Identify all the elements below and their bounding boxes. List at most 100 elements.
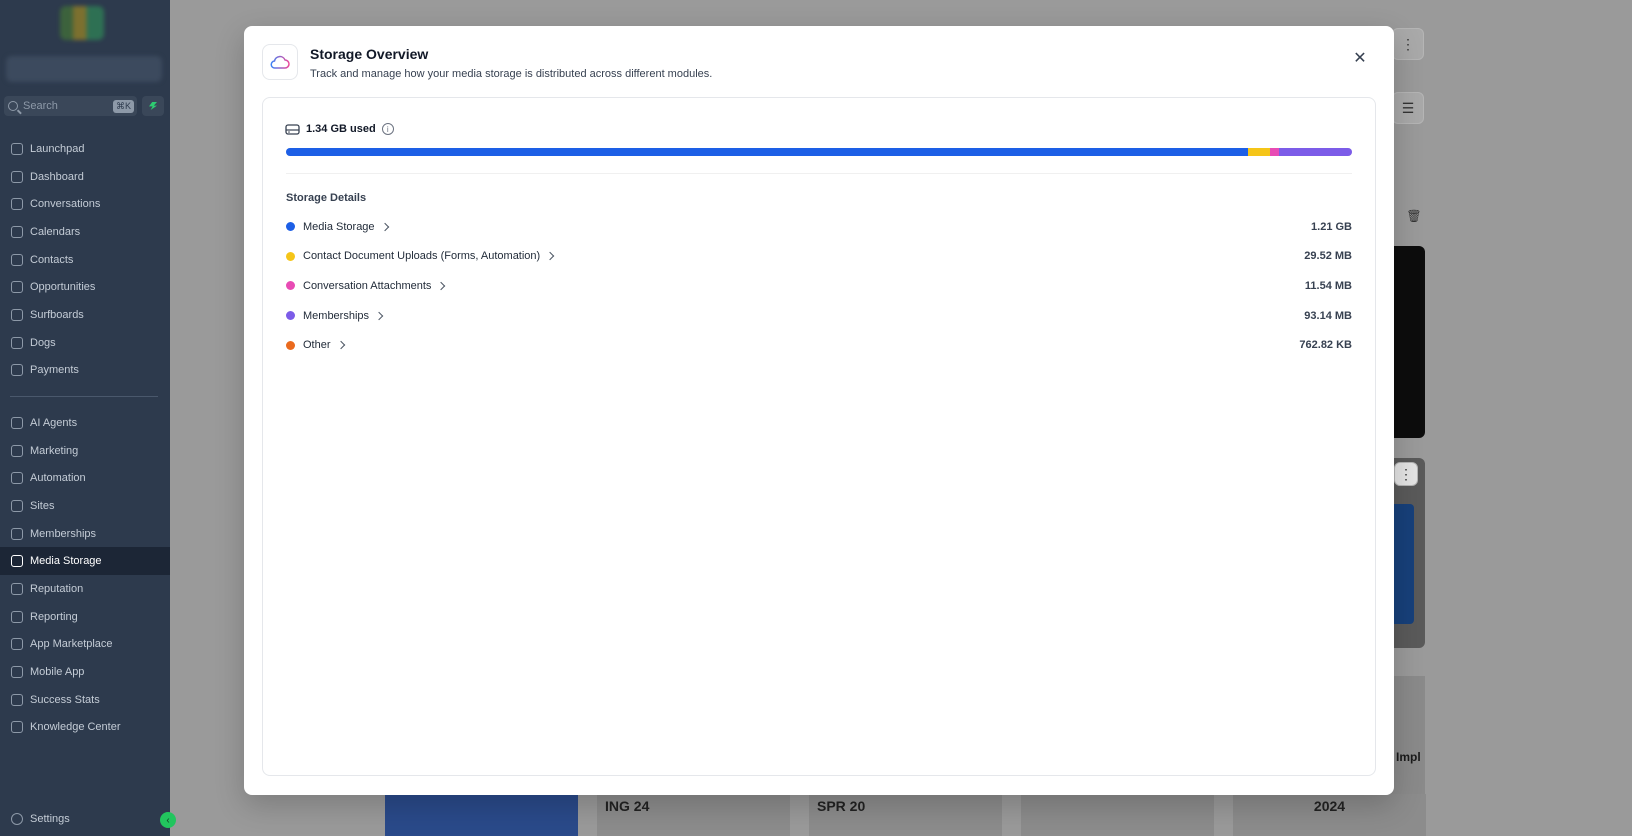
cloud-icon <box>270 55 290 69</box>
payments-icon <box>11 364 23 377</box>
sidebar-divider <box>10 396 158 397</box>
storage-row-memberships[interactable]: Memberships 93.14 MB <box>286 301 1352 331</box>
sidebar-item-label: Marketing <box>30 444 79 457</box>
chevron-right-icon[interactable] <box>380 222 389 232</box>
media-thumbnail[interactable] <box>1021 794 1214 836</box>
storage-row-value: 29.52 MB <box>1304 250 1352 263</box>
media-thumbnail[interactable]: 2024 <box>1233 794 1426 836</box>
hard-drive-icon <box>285 124 300 135</box>
sidebar-item-success-stats[interactable]: Success Stats <box>0 686 170 714</box>
chevron-right-icon[interactable] <box>336 340 345 350</box>
launchpad-icon <box>11 142 23 155</box>
info-icon[interactable]: i <box>381 123 394 135</box>
storage-row-contact-document-uploads-forms-automation[interactable]: Contact Document Uploads (Forms, Automat… <box>286 242 1352 272</box>
dashboard-icon <box>11 170 23 183</box>
storage-row-label[interactable]: Other <box>303 339 331 351</box>
sidebar-item-label: Calendars <box>30 225 81 238</box>
media-thumbnail[interactable]: SPR 20 <box>809 794 1002 836</box>
sidebar-item-dogs[interactable]: Dogs <box>0 329 170 357</box>
sidebar-item-label: Dogs <box>30 336 56 349</box>
collapse-sidebar-button[interactable]: ‹ <box>160 812 176 828</box>
storage-row-label[interactable]: Media Storage <box>303 221 375 233</box>
sidebar-item-conversations[interactable]: Conversations <box>0 190 170 218</box>
close-icon[interactable]: ✕ <box>1350 48 1370 68</box>
sidebar-item-label: Contacts <box>30 253 74 266</box>
automation-icon <box>11 472 23 485</box>
media-thumbnail[interactable] <box>385 794 578 836</box>
sidebar-item-label: Opportunities <box>30 281 96 294</box>
sidebar-item-ai-agents[interactable]: AI Agents <box>0 409 170 437</box>
knowledge-center-icon <box>11 721 23 734</box>
chevron-right-icon[interactable] <box>437 281 446 291</box>
sidebar-item-label: Surfboards <box>30 308 84 321</box>
company-logo[interactable] <box>60 6 104 40</box>
storage-row-label[interactable]: Contact Document Uploads (Forms, Automat… <box>303 250 540 262</box>
reputation-icon <box>11 582 23 595</box>
sidebar-item-marketing[interactable]: Marketing <box>0 437 170 465</box>
storage-row-other[interactable]: Other 762.82 KB <box>286 330 1352 360</box>
sidebar: Search ⌘K Launchpad Dashboard Conversation… <box>0 0 176 836</box>
search-icon <box>8 101 18 111</box>
sidebar-item-automation[interactable]: Automation <box>0 464 170 492</box>
storage-details-title: Storage Details <box>286 192 367 204</box>
thumbnail-row: ING 24 SPR 20 2024 <box>385 794 1426 836</box>
list-view-button[interactable]: ☰ <box>1392 92 1424 124</box>
mobile-app-icon <box>11 666 23 679</box>
sidebar-nav-top: Launchpad Dashboard Conversations Calendars… <box>0 135 170 384</box>
sidebar-item-knowledge-center[interactable]: Knowledge Center <box>0 714 170 742</box>
sidebar-item-label: Memberships <box>30 527 97 540</box>
sidebar-item-label: Settings <box>30 812 70 825</box>
color-dot-icon <box>286 311 295 321</box>
sidebar-item-mobile-app[interactable]: Mobile App <box>0 658 170 686</box>
sidebar-item-reputation[interactable]: Reputation <box>0 575 170 603</box>
sidebar-item-contacts[interactable]: Contacts <box>0 246 170 274</box>
used-label: 1.34 GB used <box>306 123 376 135</box>
sidebar-item-memberships[interactable]: Memberships <box>0 520 170 548</box>
sidebar-item-sites[interactable]: Sites <box>0 492 170 520</box>
sidebar-item-label: Conversations <box>30 198 101 211</box>
storage-row-media-storage[interactable]: Media Storage 1.21 GB <box>286 212 1352 242</box>
sidebar-item-reporting[interactable]: Reporting <box>0 603 170 631</box>
usage-segment-conversation-attachments <box>1270 148 1279 156</box>
storage-row-label[interactable]: Conversation Attachments <box>303 280 431 292</box>
account-switcher[interactable] <box>6 56 162 82</box>
sidebar-item-opportunities[interactable]: Opportunities <box>0 273 170 301</box>
quick-action-button[interactable] <box>142 96 164 116</box>
sidebar-item-app-marketplace[interactable]: App Marketplace <box>0 631 170 659</box>
sidebar-item-settings[interactable]: Settings <box>0 805 170 833</box>
opportunities-icon <box>11 281 23 294</box>
sidebar-item-media-storage[interactable]: Media Storage <box>0 547 170 576</box>
storage-row-label[interactable]: Memberships <box>303 310 369 322</box>
media-thumbnail[interactable]: ING 24 <box>597 794 790 836</box>
storage-row-value: 11.54 MB <box>1304 279 1352 292</box>
storage-row-conversation-attachments[interactable]: Conversation Attachments 11.54 MB <box>286 271 1352 301</box>
sidebar-item-label: Payments <box>30 364 79 377</box>
color-dot-icon <box>286 251 295 261</box>
sidebar-item-label: Automation <box>30 472 86 485</box>
gear-icon <box>11 812 23 825</box>
storage-panel: 1.34 GB used i Storage Details Media Sto… <box>262 97 1376 776</box>
sidebar-item-calendars[interactable]: Calendars <box>0 218 170 246</box>
app-marketplace-icon <box>11 638 23 651</box>
sidebar-item-payments[interactable]: Payments <box>0 357 170 385</box>
chevron-right-icon[interactable] <box>374 311 384 320</box>
search-placeholder: Search <box>23 100 58 112</box>
sidebar-item-launchpad[interactable]: Launchpad <box>0 135 170 163</box>
color-dot-icon <box>286 222 295 232</box>
memberships-icon <box>11 527 23 540</box>
more-options-button[interactable]: ⋮ <box>1392 28 1424 60</box>
bolt-icon <box>149 102 157 110</box>
modal-subtitle: Track and manage how your media storage … <box>310 68 713 80</box>
sidebar-item-surfboards[interactable]: Surfboards <box>0 301 170 329</box>
delete-icon[interactable]: 🗑 <box>1404 206 1424 226</box>
chevron-right-icon[interactable] <box>545 252 555 261</box>
sidebar-item-label: Dashboard <box>30 170 84 183</box>
search-input[interactable]: Search ⌘K <box>4 96 137 116</box>
sidebar-item-dashboard[interactable]: Dashboard <box>0 163 170 191</box>
success-stats-icon <box>11 693 23 706</box>
dogs-icon <box>11 336 23 349</box>
usage-segment-contact-document-uploads-forms-automation <box>1248 148 1271 156</box>
sidebar-item-label: App Marketplace <box>30 638 113 651</box>
card-menu-button[interactable]: ⋮ <box>1394 462 1418 486</box>
storage-overview-modal: Storage Overview Track and manage how yo… <box>244 26 1394 795</box>
